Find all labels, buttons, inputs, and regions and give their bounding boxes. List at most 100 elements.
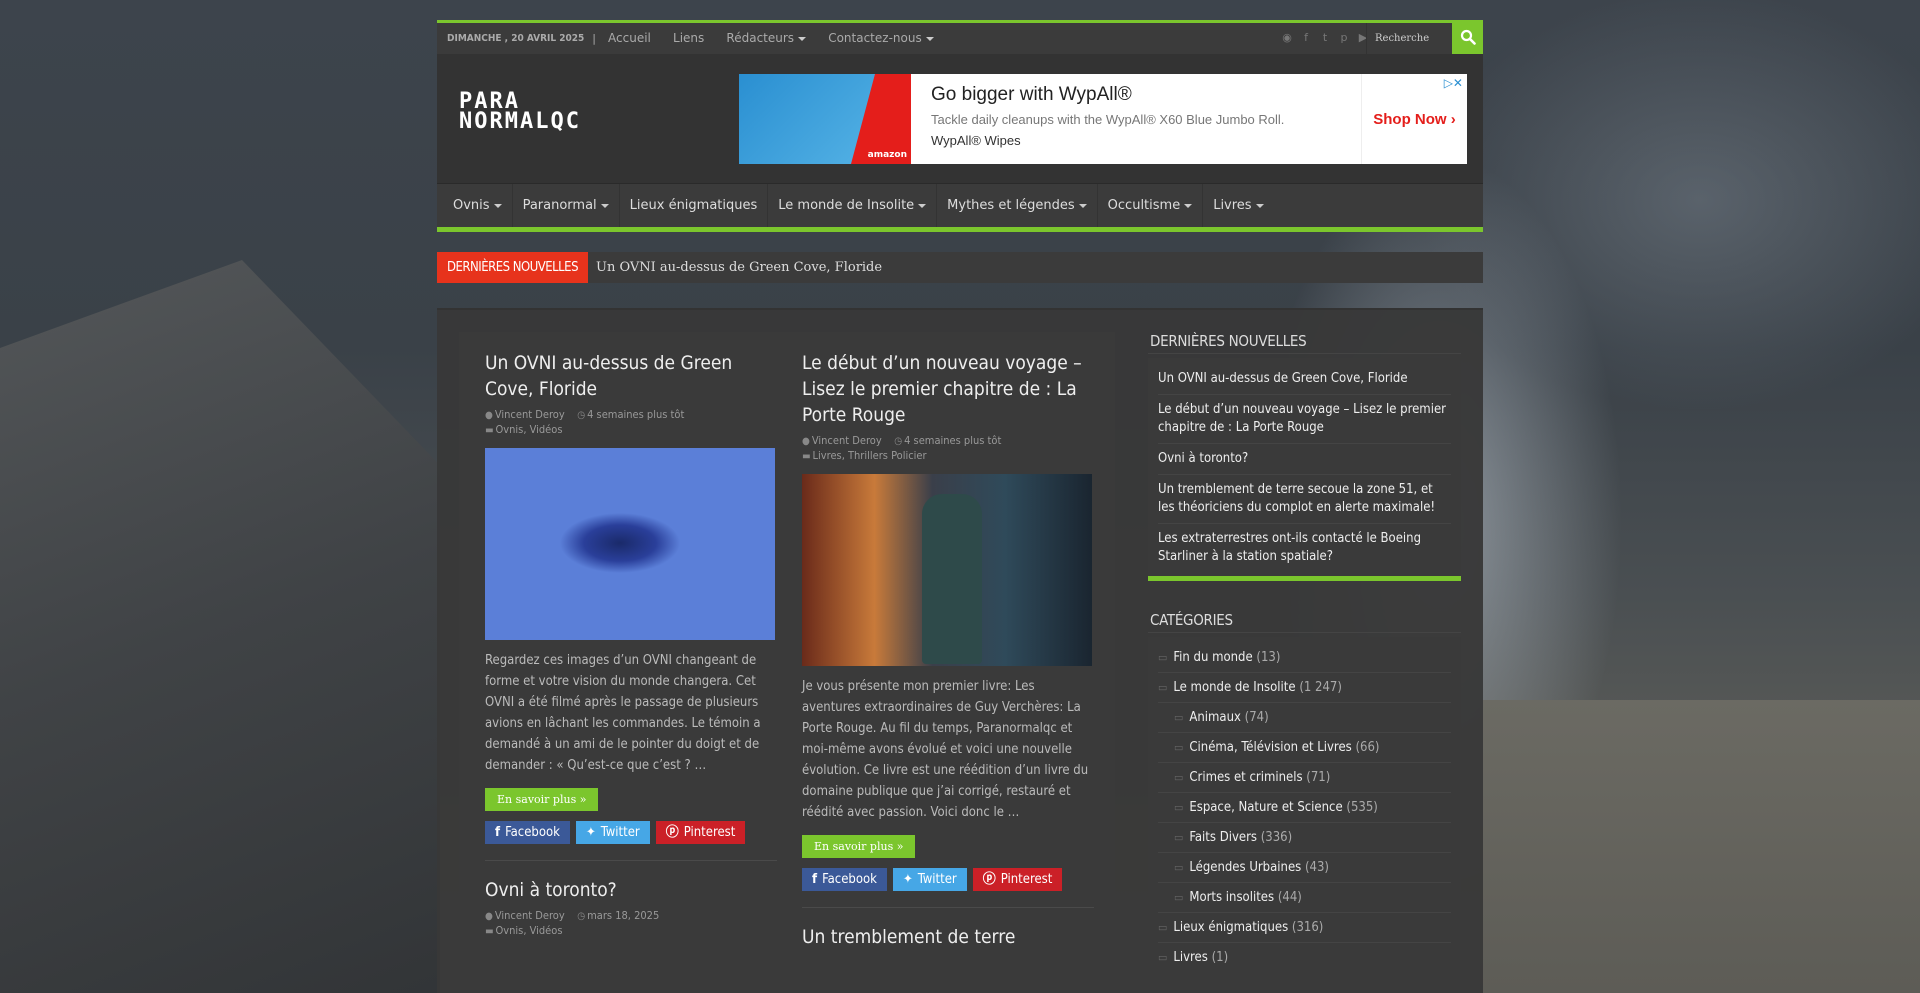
twitter-icon: ✦ [585, 825, 596, 840]
ad-choices-icon[interactable]: ▷✕ [1444, 76, 1463, 90]
category-item[interactable]: ▭ Légendes Urbaines (43) [1158, 853, 1451, 883]
pinterest-icon[interactable]: p [1338, 32, 1350, 44]
nav-item-occultisme[interactable]: Occultisme [1098, 184, 1204, 227]
post-meta: ● Vincent Deroy ◷ 4 semaines plus tôt ▬ Liv… [802, 434, 1094, 464]
rss-icon[interactable]: ◉ [1281, 32, 1293, 44]
post-title[interactable]: Un tremblement de terre [802, 924, 1094, 950]
read-more-button[interactable]: En savoir plus » [485, 788, 599, 811]
category-name: Le monde de Insolite [1173, 680, 1296, 695]
share-pinterest-button[interactable]: ⓟ Pinterest [972, 868, 1063, 891]
top-link-liens[interactable]: Liens [673, 31, 704, 45]
share-label: Pinterest [1000, 872, 1053, 887]
clock-icon: ◷ [894, 436, 903, 447]
ad-cta-label: Shop Now [1373, 110, 1447, 128]
ad-amazon-badge: amazon [867, 150, 907, 160]
nav-item-lieux[interactable]: Lieux énigmatiques [620, 184, 769, 227]
post-categories[interactable]: Ovnis, Vidéos [496, 423, 563, 436]
category-item[interactable]: ▭ Animaux (74) [1158, 703, 1451, 733]
category-count: (1 247) [1299, 680, 1342, 695]
category-item[interactable]: ▭ Faits Divers (336) [1158, 823, 1451, 853]
recent-news-item[interactable]: Le début d’un nouveau voyage – Lisez le … [1158, 395, 1451, 444]
recent-news-item[interactable]: Un tremblement de terre secoue la zone 5… [1158, 475, 1451, 524]
search-button[interactable] [1452, 20, 1483, 54]
post-meta: ● Vincent Deroy ◷ 4 semaines plus tôt ▬ Ovn… [485, 408, 777, 438]
post-excerpt: Regardez ces images d’un OVNI changeant … [485, 653, 761, 773]
category-item[interactable]: ▭ Cinéma, Télévision et Livres (66) [1158, 733, 1451, 763]
folder-icon: ▭ [1158, 951, 1168, 964]
ad-banner[interactable]: amazon Go bigger with WypAll® Tackle dai… [739, 74, 1467, 164]
category-item[interactable]: ▭ Espace, Nature et Science (535) [1158, 793, 1451, 823]
post-excerpt: Je vous présente mon premier livre: Les … [802, 679, 1089, 820]
category-count: (316) [1291, 920, 1324, 935]
facebook-icon[interactable]: f [1300, 32, 1312, 44]
page-wrapper: DIMANCHE , 20 AVRIL 2025 | Accueil Liens… [437, 20, 1483, 993]
site-logo[interactable]: PARA NORMALQC [459, 91, 581, 134]
share-facebook-button[interactable]: f Facebook [802, 868, 887, 891]
folder-icon: ▬ [485, 926, 494, 937]
recent-news-item[interactable]: Ovni à toronto? [1158, 444, 1451, 475]
nav-label: Livres [1213, 198, 1252, 213]
post-author[interactable]: Vincent Deroy [812, 434, 882, 447]
twitter-icon[interactable]: t [1319, 32, 1331, 44]
category-item[interactable]: ▭ Livres (1) [1158, 943, 1451, 967]
category-item[interactable]: ▭ Le monde de Insolite (1 247) [1158, 673, 1451, 703]
top-link-accueil[interactable]: Accueil [608, 31, 651, 45]
post-categories[interactable]: Livres, Thrillers Policier [813, 449, 927, 462]
share-twitter-button[interactable]: ✦ Twitter [892, 868, 967, 891]
category-name: Cinéma, Télévision et Livres [1189, 740, 1352, 755]
share-label: Pinterest [683, 825, 736, 840]
post-categories[interactable]: Ovnis, Vidéos [496, 924, 563, 937]
category-count: (44) [1277, 890, 1302, 905]
nav-item-mythes[interactable]: Mythes et légendes [937, 184, 1098, 227]
ad-brand: WypAll® Wipes [931, 133, 1021, 148]
category-name: Légendes Urbaines [1189, 860, 1302, 875]
folder-icon: ▭ [1174, 741, 1184, 754]
post-author[interactable]: Vincent Deroy [495, 909, 565, 922]
nav-item-livres[interactable]: Livres [1203, 184, 1273, 227]
nav-item-ovnis[interactable]: Ovnis [443, 184, 513, 227]
share-facebook-button[interactable]: f Facebook [485, 821, 570, 844]
share-pinterest-button[interactable]: ⓟ Pinterest [655, 821, 746, 844]
top-link-contact[interactable]: Contactez-nous [828, 31, 934, 45]
background-ground [1480, 700, 1920, 993]
share-label: Facebook [505, 825, 560, 840]
share-twitter-button[interactable]: ✦ Twitter [575, 821, 650, 844]
post-title[interactable]: Ovni à toronto? [485, 877, 777, 903]
post-title[interactable]: Un OVNI au-dessus de Green Cove, Floride [485, 350, 777, 402]
category-name: Animaux [1189, 710, 1241, 725]
breaking-news-label: DERNIÈRES NOUVELLES [437, 252, 588, 283]
share-label: Twitter [917, 872, 957, 887]
category-count: (71) [1306, 770, 1331, 785]
thumbnail-figure [922, 494, 982, 664]
category-item[interactable]: ▭ Morts insolites (44) [1158, 883, 1451, 913]
site-header: PARA NORMALQC amazon Go bigger with WypA… [437, 54, 1483, 184]
post-time: 4 semaines plus tôt [587, 408, 685, 421]
post-thumbnail[interactable] [802, 474, 1092, 666]
post-thumbnail[interactable] [485, 448, 775, 640]
nav-label: Ovnis [453, 198, 490, 213]
post-column-right: Le début d’un nouveau voyage – Lisez le … [802, 350, 1094, 950]
nav-item-paranormal[interactable]: Paranormal [513, 184, 620, 227]
recent-news-item[interactable]: Un OVNI au-dessus de Green Cove, Floride [1158, 364, 1451, 395]
nav-item-insolite[interactable]: Le monde de Insolite [768, 184, 938, 227]
nav-label: Paranormal [522, 198, 597, 213]
breaking-news-link[interactable]: Un OVNI au-dessus de Green Cove, Floride [596, 260, 882, 275]
date-separator: | [592, 32, 597, 45]
recent-news-item[interactable]: Les extraterrestres ont-ils contacté le … [1158, 524, 1451, 572]
category-item[interactable]: ▭ Fin du monde (13) [1158, 643, 1451, 673]
top-link-redacteurs[interactable]: Rédacteurs [726, 31, 807, 45]
read-more-button[interactable]: En savoir plus » [802, 835, 916, 858]
categories-list: ▭ Fin du monde (13) ▭ Le monde de Insolite… [1148, 637, 1461, 967]
ad-image: amazon [739, 74, 911, 164]
chevron-down-icon [798, 36, 807, 41]
logo-line-2: NORMALQC [459, 109, 581, 134]
category-item[interactable]: ▭ Crimes et criminels (71) [1158, 763, 1451, 793]
ad-headline: Go bigger with WypAll® [931, 84, 1132, 105]
main-content: Un OVNI au-dessus de Green Cove, Floride… [437, 308, 1483, 993]
category-item[interactable]: ▭ Lieux énigmatiques (316) [1158, 913, 1451, 943]
post-author[interactable]: Vincent Deroy [495, 408, 565, 421]
search-input[interactable]: Recherche [1366, 23, 1452, 54]
sidebar: DERNIÈRES NOUVELLES Un OVNI au-dessus de… [1148, 332, 1461, 967]
post-title[interactable]: Le début d’un nouveau voyage – Lisez le … [802, 350, 1094, 428]
folder-icon: ▭ [1174, 891, 1184, 904]
